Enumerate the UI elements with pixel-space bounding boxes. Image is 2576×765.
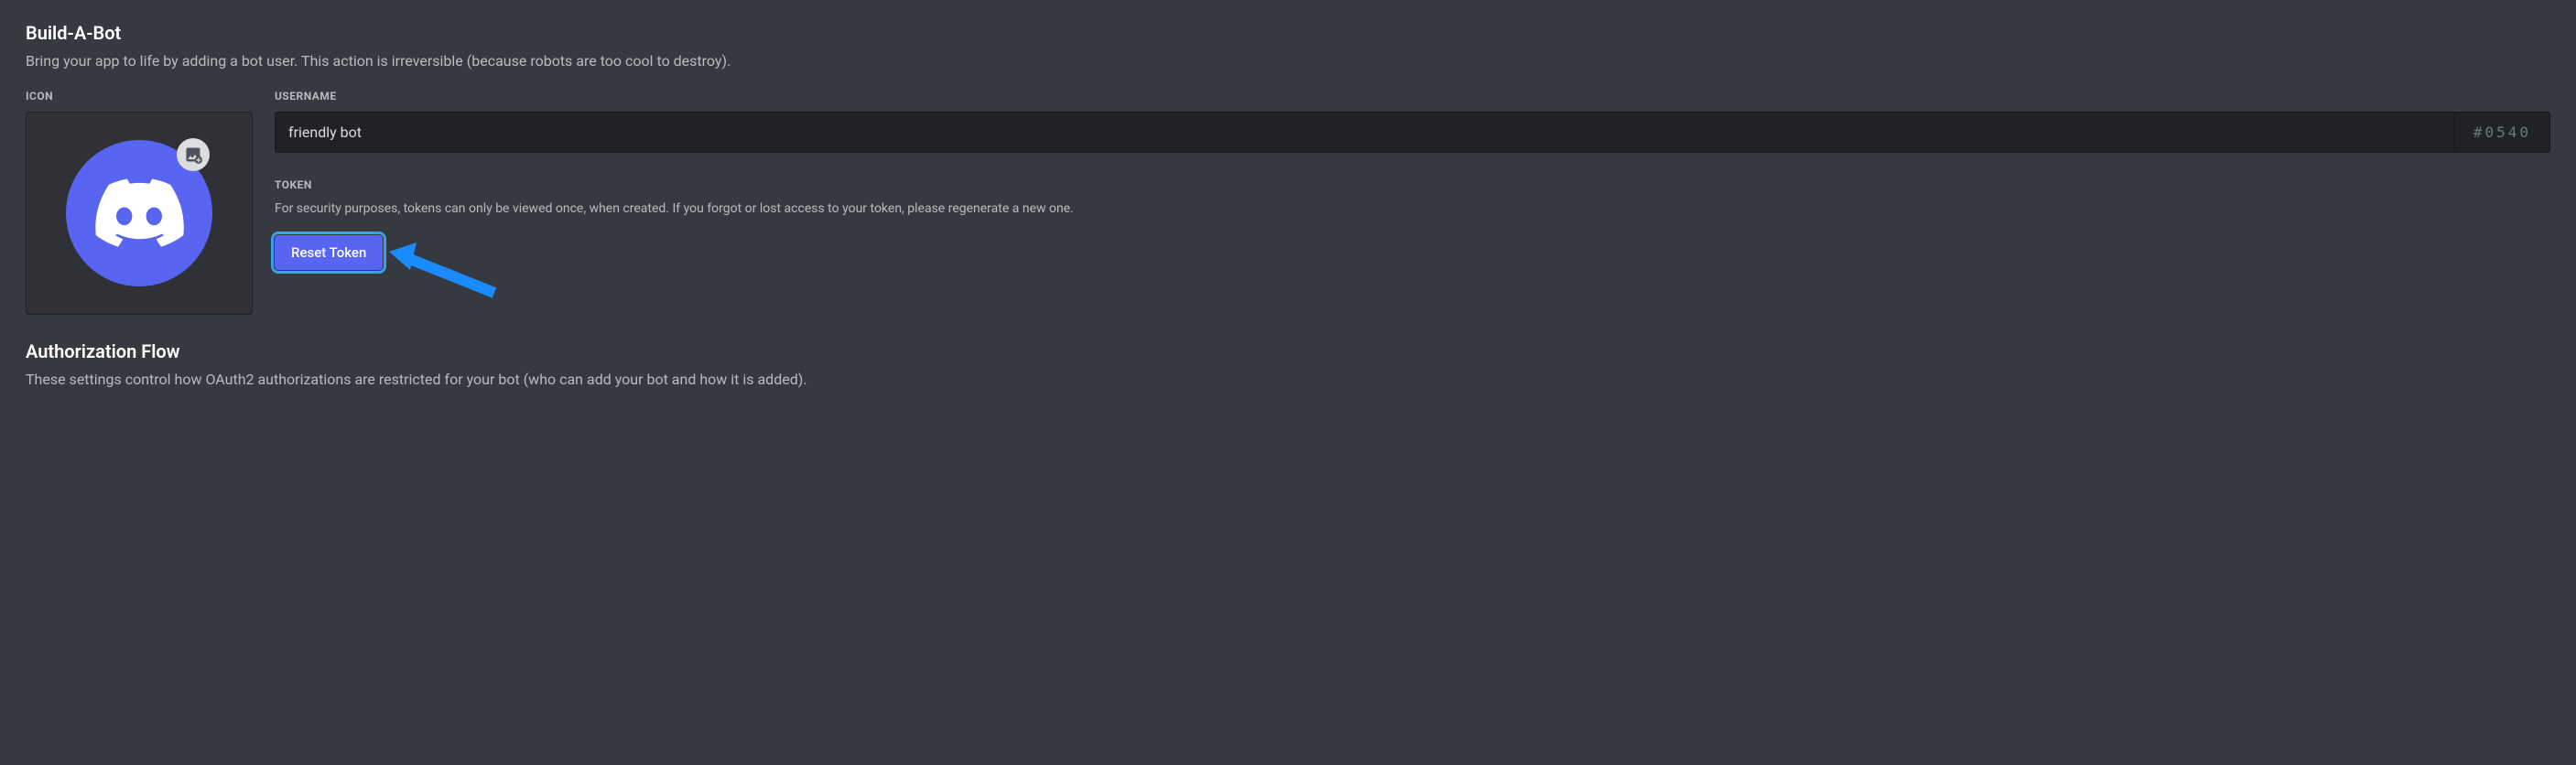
icon-column: ICON <box>26 90 253 315</box>
build-a-bot-title: Build-A-Bot <box>26 22 2550 44</box>
bot-icon-uploader[interactable] <box>26 112 253 315</box>
discriminator-tag: #0540 <box>2455 112 2550 153</box>
username-row: #0540 <box>275 112 2550 153</box>
token-label: TOKEN <box>275 178 2550 191</box>
authorization-flow-section: Authorization Flow These settings contro… <box>26 340 2550 390</box>
bot-form-row: ICON USERNAME <box>26 90 2550 315</box>
image-upload-icon <box>184 145 202 164</box>
reset-token-button[interactable]: Reset Token <box>275 235 383 270</box>
username-input[interactable] <box>275 112 2455 153</box>
token-description: For security purposes, tokens can only b… <box>275 200 2550 219</box>
discord-logo-icon <box>93 178 185 248</box>
username-label: USERNAME <box>275 90 2550 102</box>
build-a-bot-description: Bring your app to life by adding a bot u… <box>26 51 2550 71</box>
authorization-flow-description: These settings control how OAuth2 author… <box>26 370 2550 390</box>
upload-image-badge[interactable] <box>177 138 210 171</box>
build-a-bot-section: Build-A-Bot Bring your app to life by ad… <box>26 22 2550 315</box>
right-column: USERNAME #0540 TOKEN For security purpos… <box>275 90 2550 315</box>
annotation-arrow-icon <box>384 242 503 307</box>
icon-label: ICON <box>26 90 253 102</box>
authorization-flow-title: Authorization Flow <box>26 340 2550 362</box>
token-section: TOKEN For security purposes, tokens can … <box>275 178 2550 270</box>
